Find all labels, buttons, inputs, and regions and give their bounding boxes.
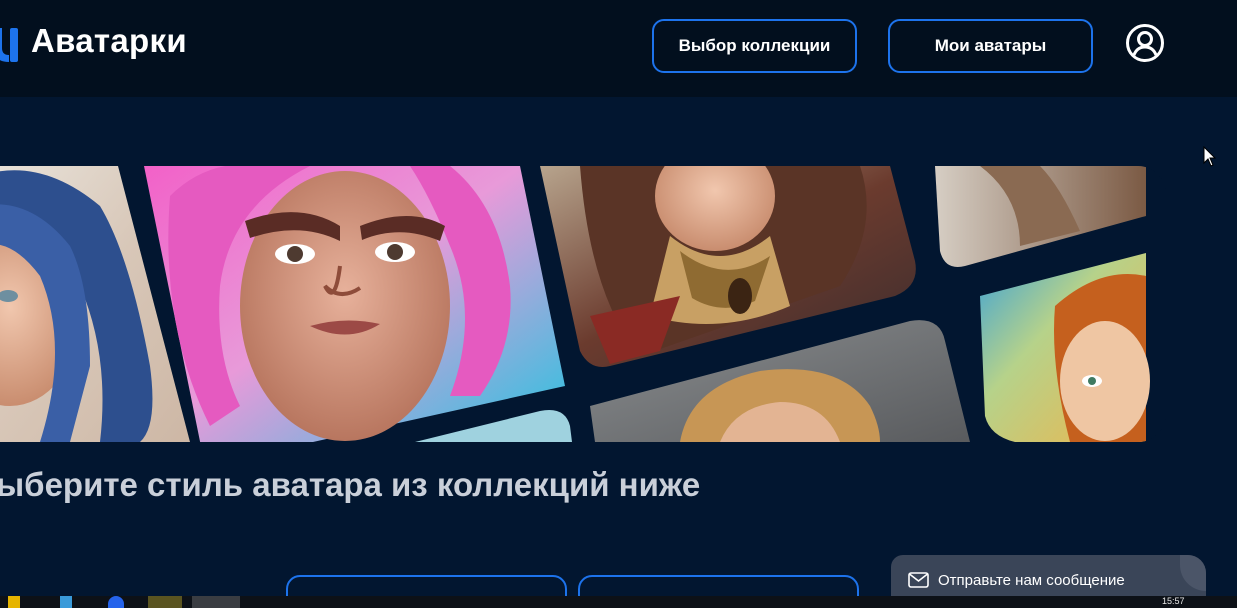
taskbar-icon[interactable] [108,596,124,608]
taskbar-icon[interactable] [192,596,240,608]
page-headline: ыберите стиль аватара из коллекций ниже [0,466,701,503]
chat-widget-label: Отправьте нам сообщение [938,571,1125,589]
user-circle-icon[interactable] [1125,23,1165,63]
chat-widget-corner [1180,555,1206,591]
hero-collage-image [0,166,1166,442]
logo-text[interactable]: Аватарки [31,22,187,60]
choose-collection-button[interactable]: Выбор коллекции [652,19,857,73]
taskbar-clock[interactable]: 15:57 [1162,597,1185,606]
taskbar-icon[interactable] [8,596,20,608]
top-header: Аватарки Выбор коллекции Мои аватары [0,0,1237,97]
my-avatars-button[interactable]: Мои аватары [888,19,1093,73]
mail-icon [908,572,929,588]
logo-mark-icon[interactable] [0,22,20,62]
taskbar-icon[interactable] [60,596,72,608]
os-taskbar: 15:57 [0,596,1237,608]
cursor-icon [1203,146,1217,167]
taskbar-icon[interactable] [148,596,182,608]
hero-banner [0,166,1166,442]
